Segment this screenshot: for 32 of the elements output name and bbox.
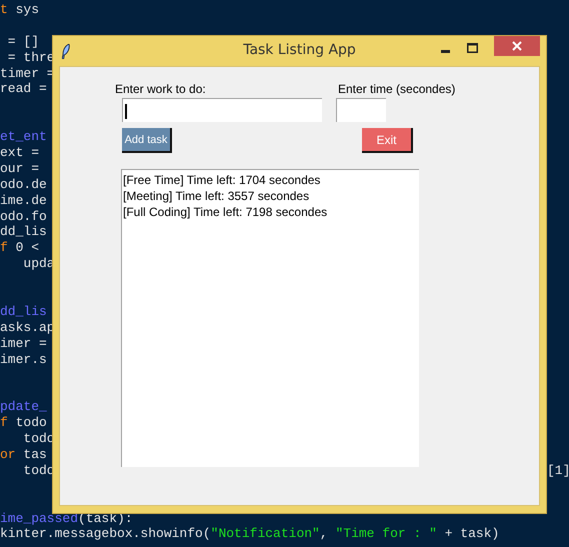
- code-text: [1]: [547, 462, 569, 479]
- code-line: odo.de: [0, 176, 47, 192]
- code-line: dd_lis: [0, 224, 47, 240]
- code-line: = []: [6, 34, 40, 49]
- close-button[interactable]: [494, 36, 540, 56]
- code-line: dd_lis: [0, 304, 47, 319]
- code-line: pdate_: [0, 399, 47, 414]
- code-line: ext =: [0, 145, 40, 160]
- time-input-field[interactable]: [336, 98, 386, 122]
- code-line: kinter.messagebox.showinfo("Notification", "Time for : " + task): [0, 526, 500, 542]
- code-line: ime.de: [0, 192, 47, 208]
- list-item[interactable]: [Free Time] Time left: 1704 secondes: [123, 172, 418, 188]
- feather-icon: [62, 44, 70, 58]
- close-icon: [512, 41, 522, 51]
- code-line: or tas: [0, 446, 47, 462]
- code-line: et_ent: [0, 129, 47, 144]
- work-input-field[interactable]: [122, 98, 322, 122]
- list-item[interactable]: [Full Coding] Time left: 7198 secondes: [123, 204, 418, 220]
- code-line: t sys: [0, 2, 40, 17]
- code-line: our =: [0, 160, 40, 176]
- code-line: f 0 <: [0, 240, 40, 256]
- code-line: read =: [0, 81, 47, 96]
- list-item[interactable]: [Meeting] Time left: 3557 secondes: [123, 188, 418, 204]
- code-line: odo.fo: [0, 208, 47, 224]
- code-line: f todo: [0, 415, 47, 430]
- field-label: Enter time (secondes): [338, 82, 456, 96]
- maximize-icon[interactable]: [467, 43, 478, 53]
- code-line: imer.s: [0, 352, 47, 367]
- add-task-button[interactable]: Add task: [122, 128, 172, 153]
- field-label: Enter work to do:: [115, 82, 207, 96]
- code-line: imer =: [0, 336, 47, 351]
- window-title: Task Listing App: [242, 42, 357, 58]
